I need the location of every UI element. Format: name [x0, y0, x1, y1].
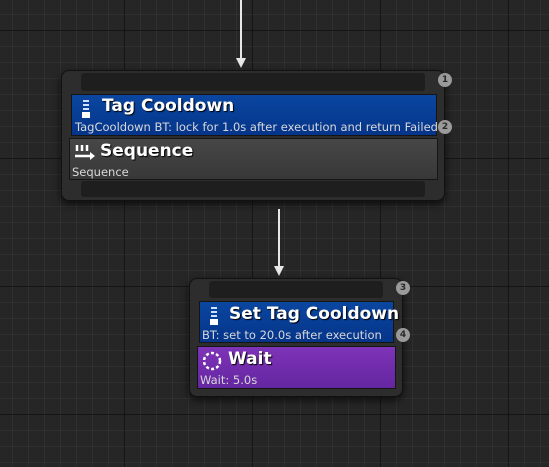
- decorator-icon: [208, 306, 220, 330]
- connection-arrow: [236, 58, 246, 68]
- output-pin-bar[interactable]: [81, 181, 425, 197]
- connection-wire: [240, 0, 242, 58]
- connection-arrow: [274, 266, 284, 276]
- decorator-index-badge: 4: [396, 328, 410, 342]
- decorator-title: Set Tag Cooldown: [229, 304, 400, 324]
- set-tag-cooldown-decorator[interactable]: Set Tag Cooldown BT: set to 20.0s after …: [199, 301, 399, 343]
- task-description: Wait: 5.0s: [200, 373, 258, 387]
- connection-wire: [278, 209, 280, 266]
- decorator-title: Tag Cooldown: [102, 96, 235, 116]
- node-index-badge: 3: [396, 281, 410, 295]
- decorator-index-badge: 2: [438, 120, 452, 134]
- wait-task[interactable]: Wait Wait: 5.0s: [197, 346, 396, 389]
- composite-description: Sequence: [72, 165, 129, 179]
- input-pin-bar[interactable]: [209, 281, 383, 298]
- sequence-composite[interactable]: Sequence Sequence: [69, 138, 438, 180]
- tag-cooldown-decorator[interactable]: Tag Cooldown TagCooldown BT: lock for 1.…: [71, 94, 438, 136]
- composite-title: Sequence: [100, 141, 194, 161]
- input-pin-bar[interactable]: [81, 73, 425, 91]
- decorator-description: BT: set to 20.0s after execution: [202, 328, 382, 342]
- task-title: Wait: [228, 349, 272, 369]
- node-index-badge: 1: [438, 73, 452, 87]
- sequence-icon: [74, 143, 96, 167]
- wait-node[interactable]: Set Tag Cooldown BT: set to 20.0s after …: [189, 278, 403, 397]
- decorator-description: TagCooldown BT: lock for 1.0s after exec…: [75, 120, 438, 134]
- sequence-node[interactable]: Tag Cooldown TagCooldown BT: lock for 1.…: [61, 70, 445, 201]
